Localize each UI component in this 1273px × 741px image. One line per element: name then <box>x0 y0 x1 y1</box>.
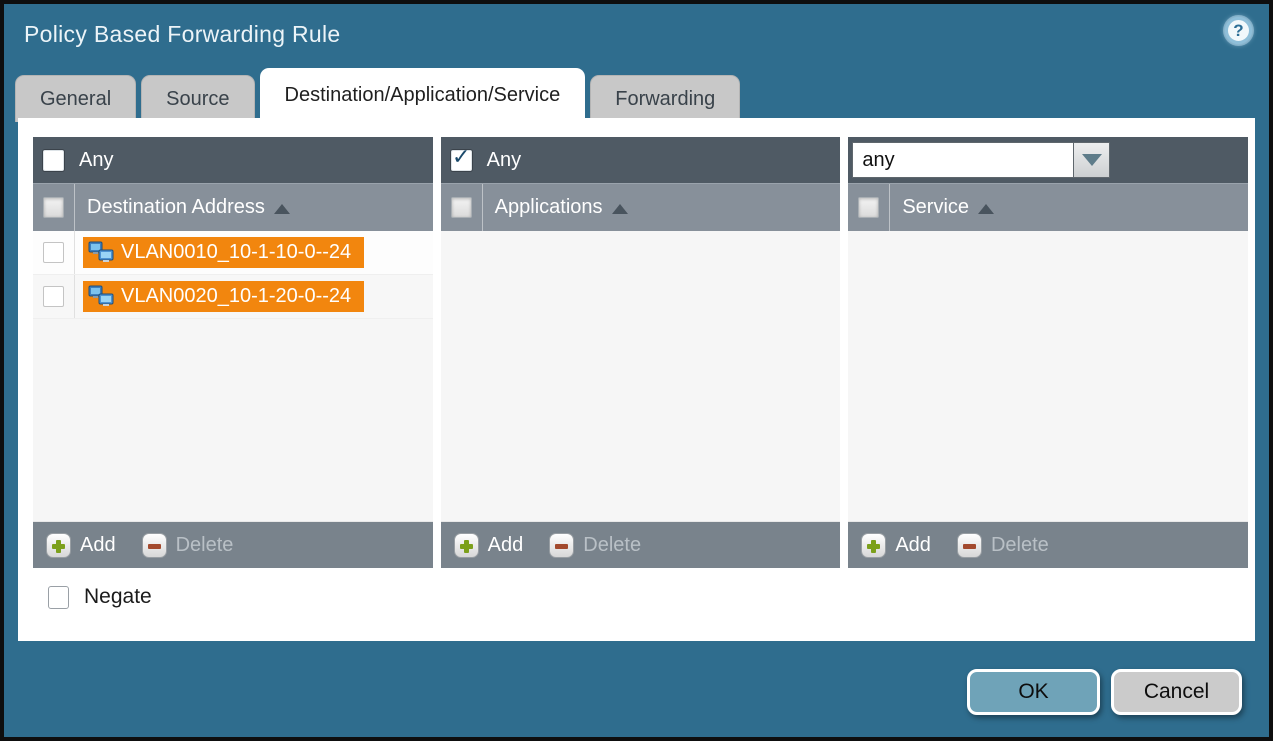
tab-bar: General Source Destination/Application/S… <box>15 68 740 122</box>
applications-column: Any Applications Add <box>441 137 841 568</box>
destination-list: VLAN0010_10-1-10-0--24 <box>33 231 433 521</box>
add-icon <box>46 533 71 558</box>
delete-icon <box>549 533 574 558</box>
service-header-row: Service <box>848 183 1248 231</box>
destination-any-bar: Any <box>33 137 433 183</box>
applications-footer: Add Delete <box>441 521 841 568</box>
applications-list <box>441 231 841 521</box>
applications-any-bar: Any <box>441 137 841 183</box>
applications-delete-button[interactable]: Delete <box>549 533 641 558</box>
row-checkbox[interactable] <box>43 286 64 307</box>
address-object-chip[interactable]: VLAN0010_10-1-10-0--24 <box>83 237 364 268</box>
columns-container: Any Destination Address <box>33 137 1248 568</box>
service-select-all-checkbox[interactable] <box>858 197 879 218</box>
applications-sort-header[interactable]: Applications <box>483 184 628 231</box>
destination-any-checkbox[interactable] <box>43 150 64 171</box>
address-object-label: VLAN0020_10-1-20-0--24 <box>121 285 351 308</box>
negate-option: Negate <box>48 585 152 609</box>
applications-any-label: Any <box>487 149 521 172</box>
service-dropdown-value: any <box>852 142 1074 178</box>
help-icon[interactable]: ? <box>1225 17 1252 44</box>
network-address-icon <box>88 285 114 308</box>
network-address-icon <box>88 241 114 264</box>
applications-header-row: Applications <box>441 183 841 231</box>
cancel-button[interactable]: Cancel <box>1111 669 1242 715</box>
sort-ascending-icon <box>978 204 994 214</box>
applications-header-label: Applications <box>495 196 603 219</box>
destination-header-row: Destination Address <box>33 183 433 231</box>
sort-ascending-icon <box>274 204 290 214</box>
negate-label: Negate <box>84 585 152 609</box>
tab-destination-application-service[interactable]: Destination/Application/Service <box>260 68 586 122</box>
service-add-button[interactable]: Add <box>861 533 931 558</box>
tab-source[interactable]: Source <box>141 75 254 122</box>
applications-any-checkbox[interactable] <box>451 150 472 171</box>
negate-checkbox[interactable] <box>48 586 69 609</box>
delete-icon <box>957 533 982 558</box>
applications-select-all-checkbox[interactable] <box>451 197 472 218</box>
address-object-chip[interactable]: VLAN0020_10-1-20-0--24 <box>83 281 364 312</box>
destination-add-button[interactable]: Add <box>46 533 116 558</box>
service-list <box>848 231 1248 521</box>
tab-general[interactable]: General <box>15 75 136 122</box>
dropdown-button[interactable] <box>1074 142 1110 178</box>
address-object-label: VLAN0010_10-1-10-0--24 <box>121 241 351 264</box>
row-checkbox[interactable] <box>43 242 64 263</box>
destination-any-label: Any <box>79 149 113 172</box>
delete-icon <box>142 533 167 558</box>
service-type-dropdown[interactable]: any <box>852 142 1110 178</box>
destination-address-sort-header[interactable]: Destination Address <box>75 184 290 231</box>
tab-forwarding[interactable]: Forwarding <box>590 75 740 122</box>
service-sort-header[interactable]: Service <box>890 184 994 231</box>
service-column: any Service <box>848 137 1248 568</box>
destination-address-column: Any Destination Address <box>33 137 433 568</box>
applications-add-button[interactable]: Add <box>454 533 524 558</box>
dialog-title: Policy Based Forwarding Rule <box>24 21 341 48</box>
chevron-down-icon <box>1082 154 1102 166</box>
content-panel: Any Destination Address <box>18 118 1255 641</box>
service-footer: Add Delete <box>848 521 1248 568</box>
destination-delete-button[interactable]: Delete <box>142 533 234 558</box>
ok-button[interactable]: OK <box>967 669 1100 715</box>
add-icon <box>861 533 886 558</box>
service-delete-button[interactable]: Delete <box>957 533 1049 558</box>
table-row[interactable]: VLAN0020_10-1-20-0--24 <box>33 275 433 319</box>
destination-select-all-checkbox[interactable] <box>43 197 64 218</box>
destination-header-label: Destination Address <box>87 196 265 219</box>
service-dropdown-bar: any <box>848 137 1248 183</box>
service-header-label: Service <box>902 196 969 219</box>
sort-ascending-icon <box>612 204 628 214</box>
add-icon <box>454 533 479 558</box>
destination-footer: Add Delete <box>33 521 433 568</box>
policy-based-forwarding-dialog: Policy Based Forwarding Rule ? General S… <box>0 0 1273 741</box>
table-row[interactable]: VLAN0010_10-1-10-0--24 <box>33 231 433 275</box>
